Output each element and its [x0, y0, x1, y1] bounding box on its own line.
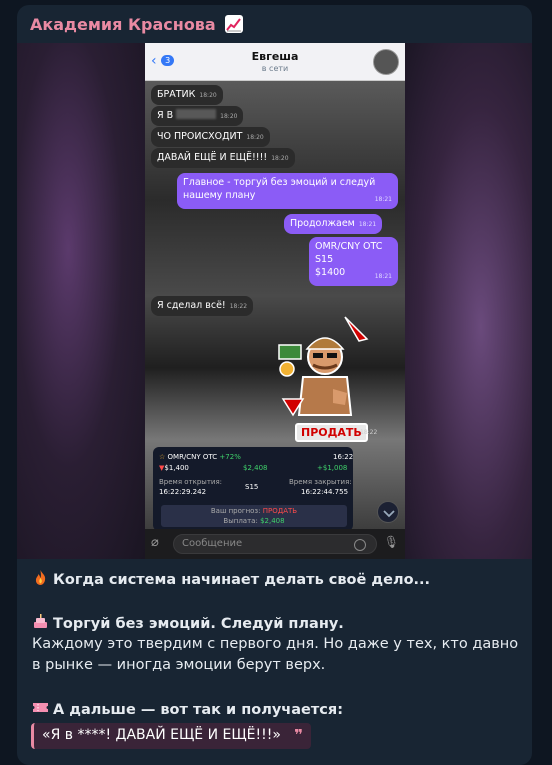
channel-name-text[interactable]: Академия Краснова: [30, 15, 216, 34]
ticket-icon: [33, 703, 48, 712]
message-text: $1400: [315, 267, 346, 278]
trader-sticker: [278, 316, 369, 417]
message-bubble: БРАТИК 18:20: [151, 85, 223, 105]
contact-status: в сети: [261, 64, 289, 73]
fire-icon: [35, 570, 46, 585]
close-time-label: Время закрытия:: [289, 478, 352, 486]
avatar[interactable]: [373, 49, 399, 75]
quote-icon: ❞: [294, 726, 303, 744]
blurred-edge-right: [404, 43, 532, 559]
message-text: OMR/CNY OTC: [315, 241, 383, 252]
message-time: 18:21: [374, 196, 392, 203]
trade-summary: Ваш прогноз: ПРОДАТЬ Выплата: $2,408: [161, 505, 347, 527]
quote-text: «Я в ****! ДАВАЙ ЕЩЁ И ЕЩЁ!!!»: [42, 727, 281, 743]
message-text: ДАВАЙ ЕЩЁ И ЕЩЁ!!!!: [157, 152, 268, 163]
message-time: 18:20: [199, 92, 217, 99]
message-bubble: OMR/CNY OTC S15 $1400 18:21: [309, 237, 398, 286]
cake-icon: [34, 614, 47, 628]
forecast-value: ПРОДАТЬ: [262, 507, 298, 515]
open-time: 16:22:29.242: [159, 488, 207, 496]
caption-line: А дальше — вот так и получается:: [32, 699, 343, 721]
trade-payout: $2,408: [243, 464, 268, 472]
chat-screenshot: ‹ 3 Евгеша в сети БРАТИК 18:20 Я В 18:20 …: [145, 43, 405, 559]
sticker-time: 18:22: [360, 429, 378, 436]
caption-text: Каждому это твердим с первого дня. Но да…: [32, 636, 519, 652]
forecast-label: Ваш прогноз:: [210, 507, 261, 515]
trade-pair: OMR/CNY OTC: [167, 453, 218, 461]
attach-icon[interactable]: ⌀: [151, 535, 159, 550]
contact-name: Евгеша: [251, 50, 299, 63]
channel-post: Академия Краснова ‹ 3 Евгеша в сети БРАТ…: [17, 5, 532, 765]
message-text: ЧО ПРОИСХОДИТ: [157, 131, 243, 142]
trade-time: 16:22: [333, 453, 354, 461]
message-time: 18:20: [220, 113, 238, 120]
input-placeholder: Сообщение: [182, 538, 243, 549]
trade-profit: +$1,008: [317, 464, 348, 472]
message-text: Я сделал всё!: [157, 300, 226, 311]
caption-line: Когда система начинает делать своё дело.…: [32, 569, 430, 591]
message-time: 18:21: [374, 273, 392, 280]
close-time: 16:22:44.755: [301, 488, 349, 496]
message-bubble: Главное - торгуй без эмоций и следуй наш…: [177, 173, 398, 209]
blurred-text: [176, 109, 217, 119]
caption-line: Торгуй без эмоций. Следуй плану.: [32, 613, 344, 635]
message-time: 18:22: [229, 303, 248, 310]
caption-text: Когда система начинает делать своё дело.…: [53, 572, 431, 588]
channel-name[interactable]: Академия Краснова: [30, 15, 244, 34]
chat-header: ‹ 3 Евгеша в сети: [145, 43, 405, 81]
message-text: Продолжаем: [290, 218, 355, 229]
chevron-down-icon: [383, 510, 395, 518]
trade-duration: S15: [245, 483, 259, 491]
message-bubble: Я В 18:20: [151, 106, 244, 126]
chart-increasing-icon: [225, 15, 244, 33]
message-text: S15: [315, 254, 334, 265]
open-time-label: Время открытия:: [159, 478, 223, 486]
message-bubble: Я сделал всё! 18:22: [151, 296, 254, 316]
message-text: нашему плану: [183, 190, 256, 201]
sticker-icon[interactable]: [354, 539, 366, 551]
message-time: 18:20: [271, 155, 289, 162]
message-text: Я В: [157, 110, 174, 121]
message-input-bar: ⌀ Сообщение 🎙: [145, 529, 405, 559]
message-text: Главное - торгуй без эмоций и следуй: [183, 177, 376, 188]
message-input[interactable]: Сообщение: [173, 534, 377, 554]
trade-amount: $1,400: [164, 464, 189, 472]
star-icon: ☆: [159, 453, 166, 461]
caption-text: в рынке — иногда эмоции берут верх.: [32, 657, 326, 673]
message-text: БРАТИК: [157, 89, 196, 100]
caption-text: А дальше — вот так и получается:: [53, 702, 343, 718]
payout-label: Выплата:: [223, 517, 258, 525]
payout-value: $2,408: [260, 517, 285, 525]
microphone-icon[interactable]: 🎙: [384, 535, 399, 549]
message-time: 18:21: [358, 221, 377, 228]
sell-sticker-label: ПРОДАТЬ: [295, 423, 368, 442]
scroll-down-button[interactable]: [377, 501, 399, 523]
post-image[interactable]: ‹ 3 Евгеша в сети БРАТИК 18:20 Я В 18:20 …: [17, 43, 532, 559]
trade-result-card: ☆ OMR/CNY OTC +72% 16:22 ▼$1,400 $2,408 …: [153, 447, 353, 531]
caption-text: Торгуй без эмоций. Следуй плану.: [53, 616, 344, 632]
message-bubble: ЧО ПРОИСХОДИТ 18:20: [151, 127, 270, 147]
message-time: 18:20: [246, 134, 264, 141]
trade-percent: +72%: [219, 453, 241, 461]
quote-block: «Я в ****! ДАВАЙ ЕЩЁ И ЕЩЁ!!!» ❞: [31, 723, 311, 749]
blurred-edge-left: [17, 43, 145, 559]
message-bubble: Продолжаем 18:21: [284, 214, 383, 234]
message-bubble: ДАВАЙ ЕЩЁ И ЕЩЁ!!!! 18:20: [151, 148, 295, 168]
